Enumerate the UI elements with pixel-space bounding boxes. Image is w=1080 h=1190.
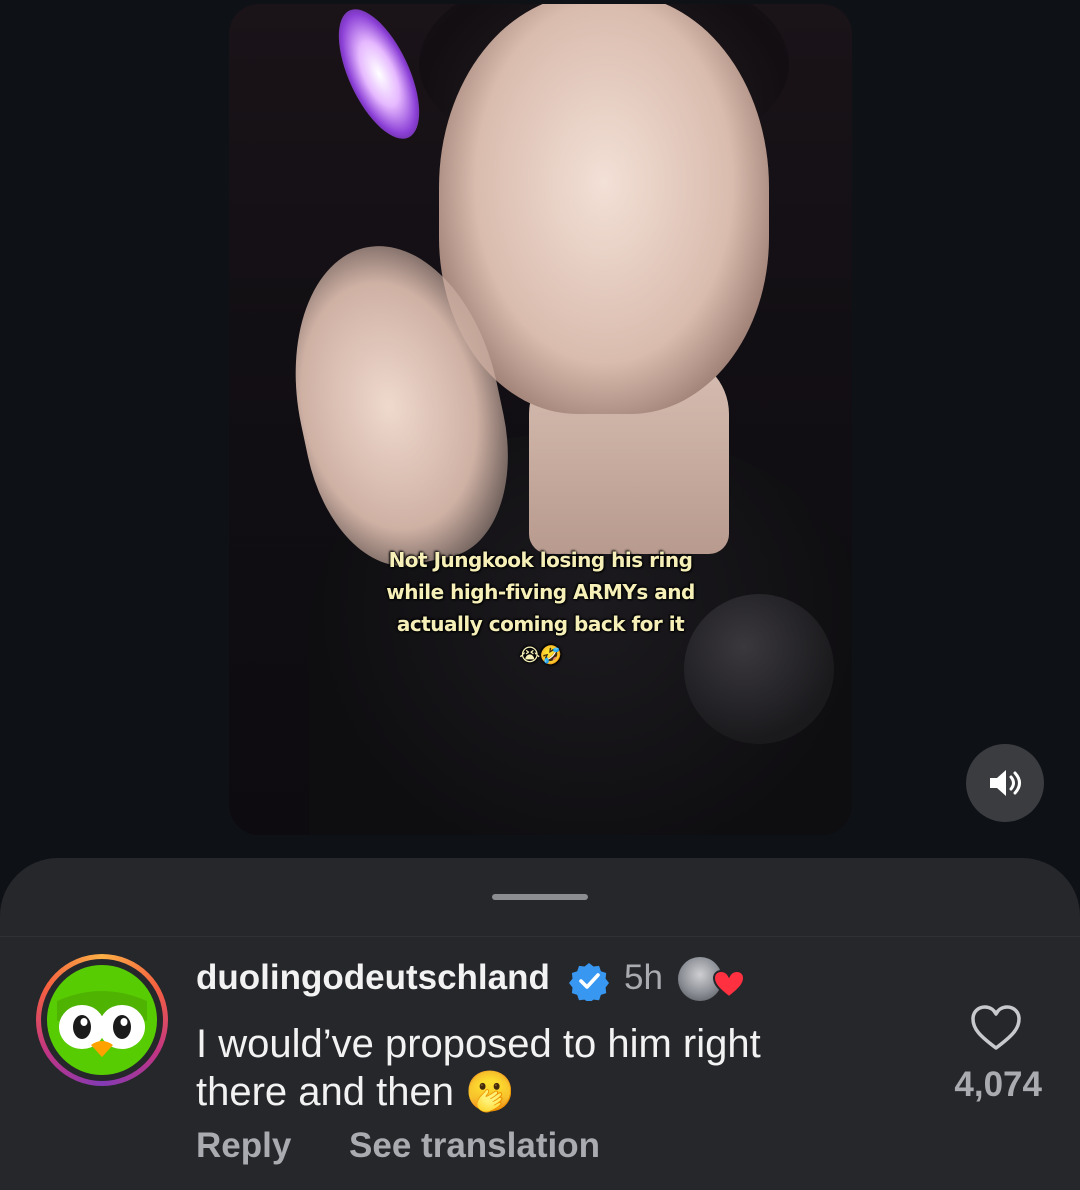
comments-sheet: duolingodeutschland 5h I would’ve propos… [0, 858, 1080, 1190]
comment-body: I would’ve proposed to him right there a… [196, 1020, 896, 1116]
video-player[interactable]: Not Jungkook losing his ring while high-… [229, 4, 852, 835]
sheet-divider [0, 936, 1080, 937]
like-count: 4,074 [954, 1065, 1042, 1104]
video-caption: Not Jungkook losing his ring while high-… [229, 544, 852, 672]
speaker-volume-icon [990, 770, 1021, 796]
reply-button[interactable]: Reply [196, 1126, 291, 1165]
caption-line: Not Jungkook losing his ring [388, 548, 693, 572]
caption-line: actually coming back for it [396, 612, 685, 636]
comment-actions: Reply See translation [196, 1126, 648, 1166]
sheet-drag-handle[interactable] [492, 894, 588, 900]
comment-timestamp: 5h [624, 958, 663, 997]
verified-badge-icon [569, 963, 609, 1001]
sound-toggle-button[interactable] [966, 744, 1044, 822]
see-translation-button[interactable]: See translation [349, 1126, 600, 1165]
comment-text-line: there and then 🫢 [196, 1070, 515, 1114]
comment-text-line: I would’ve proposed to him right [196, 1022, 761, 1066]
caption-line: while high-fiving ARMYs and [386, 580, 695, 604]
purple-light-glow [322, 4, 436, 151]
story-ring[interactable] [36, 954, 168, 1086]
heart-outline-icon[interactable] [970, 1004, 1022, 1052]
avatar[interactable] [47, 965, 157, 1075]
red-heart-icon [712, 969, 746, 999]
duolingo-owl-icon [57, 991, 147, 1057]
comment-username[interactable]: duolingodeutschland [196, 958, 550, 998]
caption-emoji: 😭🤣 [519, 645, 562, 666]
